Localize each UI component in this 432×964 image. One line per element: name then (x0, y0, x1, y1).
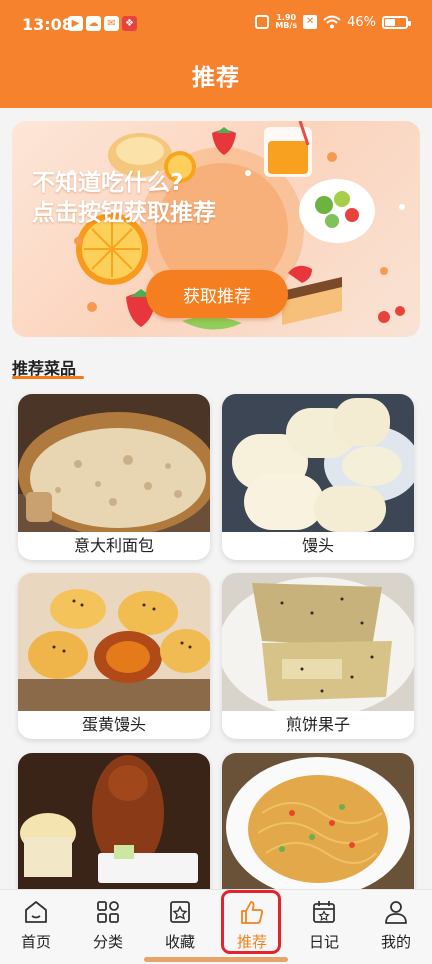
dish-card[interactable]: 蛋黄馒头 (18, 573, 210, 739)
get-recommendation-button[interactable]: 获取推荐 (146, 270, 288, 318)
calendar-icon (313, 901, 335, 923)
active-tab-highlight-box (221, 890, 281, 954)
recommend-screen: 13:08 ▶ ☁ ✉ ❖ 1.90 MB/s ✕ 46% 推荐 不知道吃什么?… (0, 0, 432, 964)
category-icon (97, 901, 119, 923)
sim-off-icon: ✕ (303, 15, 318, 29)
egg-yolk-pastry-photo (18, 573, 210, 711)
tab-diary[interactable]: 日记 (288, 890, 360, 964)
dish-card[interactable]: 意大利面包 (18, 394, 210, 560)
tab-home[interactable]: 首页 (0, 890, 72, 964)
banner-headline: 不知道吃什么? (32, 170, 184, 196)
steamed-bun-photo (222, 394, 414, 532)
wifi-icon (323, 15, 341, 29)
page-title: 推荐 (192, 65, 240, 91)
dish-name: 意大利面包 (73, 536, 154, 555)
app-header: 13:08 ▶ ☁ ✉ ❖ 1.90 MB/s ✕ 46% 推荐 (0, 0, 432, 108)
roast-duck-photo (18, 753, 210, 891)
battery-icon (382, 15, 411, 29)
status-time: 13:08 (22, 15, 73, 34)
network-speed: 1.90 MB/s (275, 13, 298, 30)
jianbing-photo (222, 573, 414, 711)
tab-profile[interactable]: 我的 (360, 890, 432, 964)
banner-subline: 点击按钮获取推荐 (32, 200, 216, 226)
bottom-navigation: 首页 分类 收藏 推荐 日记 我的 (0, 889, 432, 964)
battery-percent: 46% (347, 14, 376, 30)
mail-app-icon: ✉ (104, 16, 119, 31)
tab-label: 我的 (380, 933, 411, 951)
stir-fried-noodles-photo (222, 753, 414, 891)
section-title-underline (12, 376, 84, 379)
dish-name: 馒头 (301, 536, 334, 555)
notification-icons: ▶ ☁ ✉ ❖ (68, 16, 137, 31)
tab-label: 首页 (20, 933, 51, 951)
dish-name: 蛋黄馒头 (81, 715, 146, 734)
dish-card[interactable]: 煎饼果子 (222, 573, 414, 739)
bread-photo (18, 394, 210, 532)
recommend-banner: 不知道吃什么? 点击按钮获取推荐 获取推荐 (12, 121, 420, 337)
home-icon (25, 901, 47, 923)
home-indicator[interactable] (144, 957, 288, 962)
tab-favorites[interactable]: 收藏 (144, 890, 216, 964)
status-right: 1.90 MB/s ✕ 46% (255, 13, 411, 30)
tab-label: 分类 (92, 933, 123, 951)
dish-card[interactable]: 馒头 (222, 394, 414, 560)
vibrate-icon (255, 15, 270, 29)
favorites-icon (170, 901, 190, 923)
tab-label: 日记 (308, 933, 339, 951)
tab-category[interactable]: 分类 (72, 890, 144, 964)
dish-name: 煎饼果子 (285, 715, 350, 734)
cloud-app-icon: ☁ (86, 16, 101, 31)
status-bar: 13:08 ▶ ☁ ✉ ❖ 1.90 MB/s ✕ 46% (0, 0, 432, 50)
shop-app-icon: ❖ (122, 16, 137, 31)
media-app-icon: ▶ (68, 16, 83, 31)
person-icon (385, 901, 407, 924)
tab-label: 收藏 (164, 933, 195, 951)
